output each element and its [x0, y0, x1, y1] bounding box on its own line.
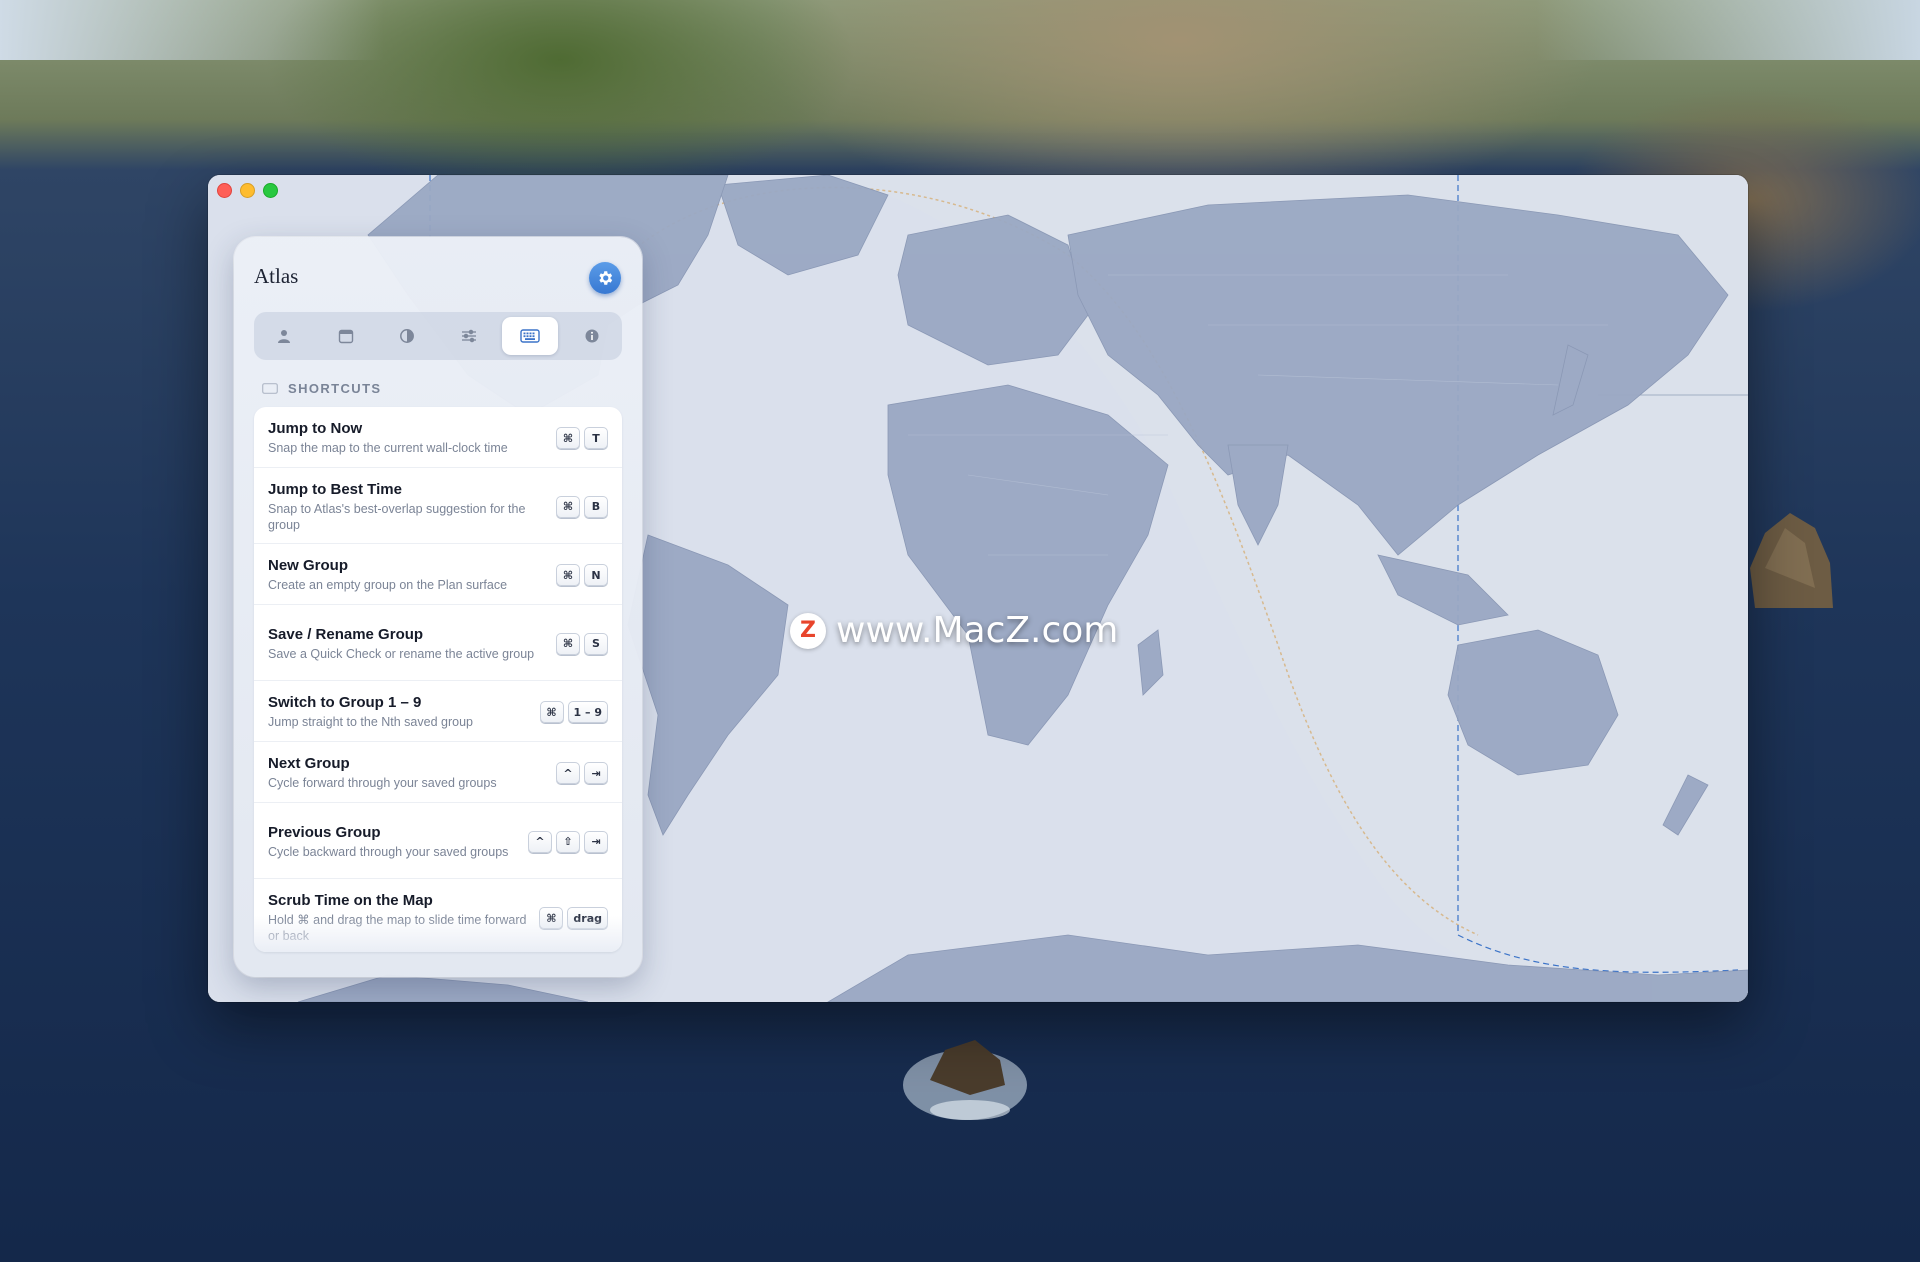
keyboard-icon — [262, 383, 278, 394]
list-item: New Group Create an empty group on the P… — [254, 544, 622, 605]
zoom-window-button[interactable] — [263, 183, 278, 198]
settings-button[interactable] — [589, 262, 621, 294]
key-cap: ⇥ — [584, 762, 608, 784]
watermark-text: www.MacZ.com — [836, 610, 1119, 651]
shortcut-keys: ⌘ T — [556, 427, 608, 449]
shortcut-title: Previous Group — [268, 823, 381, 841]
list-item: Switch to Group 1 – 9 Jump straight to t… — [254, 681, 622, 742]
key-cap: ^ — [556, 762, 580, 784]
app-title: Atlas — [254, 264, 299, 288]
watermark-logo-letter: Z — [800, 618, 816, 643]
key-cap: ^ — [528, 830, 552, 853]
shortcut-title: Save / Rename Group — [268, 625, 424, 643]
shortcut-description: Hold ⌘ and drag the map to slide time fo… — [268, 913, 527, 943]
key-cap: B — [584, 495, 608, 518]
shortcut-description: Snap to Atlas's best-overlap suggestion … — [268, 501, 526, 532]
shortcut-title: Jump to Now — [268, 420, 363, 437]
tab-appearance[interactable] — [379, 317, 435, 355]
shortcut-keys: ⌘ N — [556, 564, 608, 586]
list-item: Jump to Best Time Snap to Atlas's best-o… — [254, 468, 622, 544]
key-cap: ⌘ — [556, 632, 580, 655]
contrast-icon — [400, 329, 415, 343]
tab-adjustments[interactable] — [441, 317, 497, 355]
watermark-logo: Z — [790, 612, 826, 649]
shortcut-keys: ⌘ S — [556, 632, 608, 655]
key-cap: ⌘ — [539, 907, 564, 929]
sliders-icon — [461, 329, 476, 343]
key-cap: ⌘ — [539, 701, 564, 723]
keyboard-icon — [520, 329, 541, 343]
shortcut-description: Save a Quick Check or rename the active … — [268, 646, 535, 661]
key-cap: ⇧ — [556, 830, 580, 853]
shortcut-description: Cycle backward through your saved groups — [268, 844, 509, 859]
shortcut-title: Next Group — [268, 755, 350, 772]
key-cap: drag — [567, 907, 608, 929]
key-cap: ⌘ — [556, 564, 580, 586]
shortcuts-section-header: SHORTCUTS — [262, 381, 382, 396]
person-icon — [278, 330, 290, 343]
tab-shortcuts[interactable] — [502, 317, 559, 355]
shortcut-description: Snap the map to the current wall-clock t… — [268, 441, 508, 455]
key-cap: T — [584, 427, 608, 449]
shortcut-description: Jump straight to the Nth saved group — [268, 715, 473, 729]
wallpaper-rock-island — [903, 1040, 1027, 1120]
shortcut-keys: ⌘ drag — [539, 907, 608, 929]
shortcut-keys: ^ ⇧ ⇥ — [528, 830, 608, 853]
tab-calendar[interactable] — [318, 317, 374, 355]
calendar-icon — [338, 329, 353, 344]
key-cap: S — [584, 632, 608, 655]
section-title: SHORTCUTS — [288, 381, 382, 396]
atlas-settings-panel: Atlas SHORTCUTS Jump to Now Snap the map… — [234, 237, 642, 977]
list-item: Next Group Cycle forward through your sa… — [254, 742, 622, 803]
shortcut-description: Cycle forward through your saved groups — [268, 776, 497, 790]
shortcut-description: Create an empty group on the Plan surfac… — [268, 578, 508, 592]
key-cap: ⌘ — [556, 427, 580, 449]
close-window-button[interactable] — [217, 183, 232, 198]
wallpaper-rock-right — [1750, 513, 1833, 608]
shortcut-title: New Group — [268, 557, 349, 574]
list-item: Previous Group Cycle backward through yo… — [254, 803, 622, 879]
settings-tabbar — [254, 312, 622, 360]
watermark: Z www.MacZ.com — [790, 610, 1118, 651]
shortcut-title: Jump to Best Time — [268, 480, 402, 498]
shortcuts-list[interactable]: Jump to Now Snap the map to the current … — [254, 407, 622, 952]
key-cap: 1 – 9 — [567, 701, 608, 723]
window-traffic-lights — [217, 183, 278, 198]
key-cap: ⇥ — [584, 830, 608, 853]
minimize-window-button[interactable] — [240, 183, 255, 198]
shortcut-keys: ^ ⇥ — [556, 762, 608, 784]
list-item: Save / Rename Group Save a Quick Check o… — [254, 605, 622, 681]
key-cap: N — [584, 564, 608, 586]
shortcut-title: Switch to Group 1 – 9 — [268, 694, 422, 711]
info-icon — [585, 329, 599, 343]
key-cap: ⌘ — [556, 495, 580, 518]
wallpaper-sky — [0, 0, 1920, 60]
shortcut-keys: ⌘ 1 – 9 — [539, 701, 608, 723]
tab-about[interactable] — [564, 317, 620, 355]
list-item: Scrub Time on the Map Hold ⌘ and drag th… — [254, 879, 622, 952]
list-item: Jump to Now Snap the map to the current … — [254, 407, 622, 468]
tab-people[interactable] — [256, 317, 312, 355]
shortcut-title: Scrub Time on the Map — [268, 892, 433, 909]
shortcut-keys: ⌘ B — [556, 495, 608, 518]
gear-icon — [599, 271, 613, 285]
